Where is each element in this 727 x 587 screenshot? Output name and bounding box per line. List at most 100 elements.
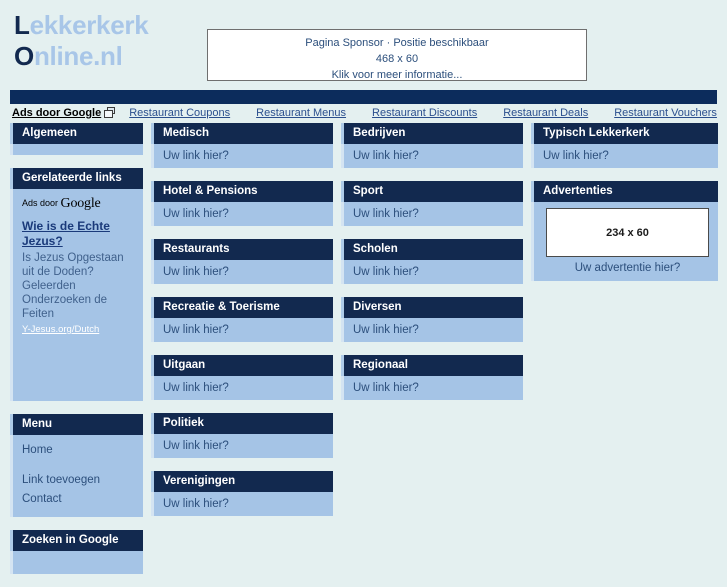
menu-item-contact[interactable]: Contact: [22, 490, 143, 509]
category-heading-diversen: Diversen: [341, 297, 523, 318]
header-divider-bar: [10, 90, 717, 104]
sidebar-block-menu: Menu Home Link toevoegen Contact: [10, 414, 143, 517]
sponsor-line-2: 468 x 60: [375, 53, 419, 65]
category-heading-typisch-lekkerkerk: Typisch Lekkerkerk: [531, 123, 718, 144]
advertenties-caption[interactable]: Uw advertentie hier?: [543, 262, 712, 274]
category-block-verenigingen: Verenigingen Uw link hier?: [151, 471, 333, 516]
ad-link-2[interactable]: Restaurant Discounts: [372, 107, 477, 119]
uw-link-hier[interactable]: Uw link hier?: [543, 150, 609, 162]
category-body-verenigingen: Uw link hier?: [151, 492, 333, 516]
sidebar-heading-zoeken-in-google: Zoeken in Google: [10, 530, 143, 551]
category-body-uitgaan: Uw link hier?: [151, 376, 333, 400]
sidebar: Algemeen Gerelateerde links Ads door Goo…: [10, 123, 143, 587]
category-heading-sport: Sport: [341, 181, 523, 202]
category-heading-politiek: Politiek: [151, 413, 333, 434]
page-header: Lekkerkerk Online.nl Pagina Sponsor · Po…: [0, 0, 727, 90]
uw-link-hier[interactable]: Uw link hier?: [353, 324, 419, 336]
sidebar-menu-body: Home Link toevoegen Contact: [10, 435, 143, 517]
uw-link-hier[interactable]: Uw link hier?: [163, 266, 229, 278]
category-body-typisch-lekkerkerk: Uw link hier?: [531, 144, 718, 168]
popout-icon[interactable]: [104, 107, 116, 118]
ads-door-google-caption: Ads door Google: [22, 196, 135, 212]
category-block-diversen: Diversen Uw link hier?: [341, 297, 523, 342]
uw-link-hier[interactable]: Uw link hier?: [353, 208, 419, 220]
category-block-scholen: Scholen Uw link hier?: [341, 239, 523, 284]
sidebar-heading-menu: Menu: [10, 414, 143, 435]
category-column-1: Medisch Uw link hier? Hotel & Pensions U…: [151, 123, 333, 529]
category-block-typisch-lekkerkerk: Typisch Lekkerkerk Uw link hier?: [531, 123, 718, 168]
category-heading-scholen: Scholen: [341, 239, 523, 260]
sponsor-line-1: Pagina Sponsor · Positie beschikbaar: [305, 37, 489, 49]
sponsor-line-3: Klik voor meer informatie...: [331, 69, 463, 81]
ad-link-3[interactable]: Restaurant Deals: [503, 107, 588, 119]
ads-door-google-label[interactable]: Ads door Google: [12, 107, 101, 119]
category-heading-hotel-pensions: Hotel & Pensions: [151, 181, 333, 202]
category-heading-medisch: Medisch: [151, 123, 333, 144]
sidebar-heading-gerelateerde-links: Gerelateerde links: [10, 168, 143, 189]
category-block-uitgaan: Uitgaan Uw link hier?: [151, 355, 333, 400]
sidebar-heading-algemeen: Algemeen: [10, 123, 143, 144]
category-body-recreatie-toerisme: Uw link hier?: [151, 318, 333, 342]
uw-link-hier[interactable]: Uw link hier?: [163, 382, 229, 394]
ad-placeholder-234x60[interactable]: 234 x 60: [546, 208, 709, 257]
category-block-politiek: Politiek Uw link hier?: [151, 413, 333, 458]
category-heading-regionaal: Regionaal: [341, 355, 523, 376]
category-body-politiek: Uw link hier?: [151, 434, 333, 458]
uw-link-hier[interactable]: Uw link hier?: [353, 382, 419, 394]
category-heading-verenigingen: Verenigingen: [151, 471, 333, 492]
sidebar-ad-title[interactable]: Wie is de Echte Jezus?: [22, 219, 135, 249]
category-block-hotel-pensions: Hotel & Pensions Uw link hier?: [151, 181, 333, 226]
category-heading-uitgaan: Uitgaan: [151, 355, 333, 376]
sponsor-banner[interactable]: Pagina Sponsor · Positie beschikbaar 468…: [207, 29, 587, 81]
uw-link-hier[interactable]: Uw link hier?: [353, 150, 419, 162]
sidebar-ad-text: Is Jezus Opgestaan uit de Doden? Geleerd…: [22, 252, 124, 320]
sidebar-body-algemeen: [10, 144, 143, 155]
category-block-regionaal: Regionaal Uw link hier?: [341, 355, 523, 400]
ad-link-0[interactable]: Restaurant Coupons: [129, 107, 230, 119]
category-heading-recreatie-toerisme: Recreatie & Toerisme: [151, 297, 333, 318]
advertenties-heading: Advertenties: [531, 181, 718, 202]
menu-spacer: [22, 460, 143, 471]
site-logo[interactable]: Lekkerkerk Online.nl: [14, 10, 149, 72]
uw-link-hier[interactable]: Uw link hier?: [163, 440, 229, 452]
category-body-hotel-pensions: Uw link hier?: [151, 202, 333, 226]
logo-cap-l: L: [14, 10, 30, 40]
category-body-sport: Uw link hier?: [341, 202, 523, 226]
google-wordmark: Google: [60, 196, 101, 211]
menu-item-home[interactable]: Home: [22, 441, 143, 460]
category-heading-bedrijven: Bedrijven: [341, 123, 523, 144]
category-block-bedrijven: Bedrijven Uw link hier?: [341, 123, 523, 168]
uw-link-hier[interactable]: Uw link hier?: [163, 498, 229, 510]
uw-link-hier[interactable]: Uw link hier?: [353, 266, 419, 278]
category-heading-restaurants: Restaurants: [151, 239, 333, 260]
sidebar-ad-filler: [22, 335, 135, 391]
category-body-bedrijven: Uw link hier?: [341, 144, 523, 168]
ad-link-1[interactable]: Restaurant Menus: [256, 107, 346, 119]
sidebar-ad-url[interactable]: Y-Jesus.org/Dutch: [22, 324, 135, 335]
logo-cap-o: O: [14, 41, 34, 71]
main-content: Algemeen Gerelateerde links Ads door Goo…: [0, 123, 727, 587]
uw-link-hier[interactable]: Uw link hier?: [163, 150, 229, 162]
logo-rest-2: nline.nl: [33, 41, 123, 71]
sidebar-google-ad: Ads door Google Wie is de Echte Jezus? I…: [10, 189, 143, 401]
ad-link-4[interactable]: Restaurant Vouchers: [614, 107, 717, 119]
google-ads-strip: Ads door Google Restaurant Coupons Restaur…: [0, 104, 727, 123]
sidebar-block-gerelateerde-links: Gerelateerde links Ads door Google Wie i…: [10, 168, 143, 401]
ads-door-text: Ads door: [22, 198, 59, 208]
advertenties-body: 234 x 60 Uw advertentie hier?: [531, 202, 718, 281]
category-block-recreatie-toerisme: Recreatie & Toerisme Uw link hier?: [151, 297, 333, 342]
uw-link-hier[interactable]: Uw link hier?: [163, 324, 229, 336]
category-block-sport: Sport Uw link hier?: [341, 181, 523, 226]
uw-link-hier[interactable]: Uw link hier?: [163, 208, 229, 220]
advertenties-block: Advertenties 234 x 60 Uw advertentie hie…: [531, 181, 718, 281]
sidebar-block-zoeken-in-google: Zoeken in Google: [10, 530, 143, 574]
logo-rest-1: ekkerkerk: [29, 10, 149, 40]
category-body-regionaal: Uw link hier?: [341, 376, 523, 400]
category-block-restaurants: Restaurants Uw link hier?: [151, 239, 333, 284]
category-column-2: Bedrijven Uw link hier? Sport Uw link hi…: [341, 123, 523, 413]
sidebar-block-algemeen: Algemeen: [10, 123, 143, 155]
category-body-diversen: Uw link hier?: [341, 318, 523, 342]
menu-item-link-toevoegen[interactable]: Link toevoegen: [22, 471, 143, 490]
category-body-medisch: Uw link hier?: [151, 144, 333, 168]
category-column-3: Typisch Lekkerkerk Uw link hier? Adverte…: [531, 123, 718, 294]
